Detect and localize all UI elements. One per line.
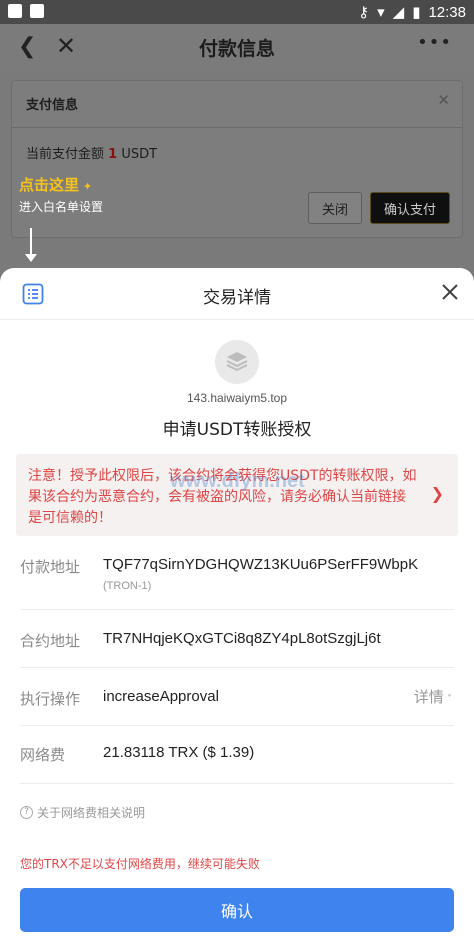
hint-subtitle: 进入白名单设置 <box>19 200 104 214</box>
row-label: 合约地址 <box>20 632 81 650</box>
arrow-head <box>25 254 37 262</box>
network-fee: 21.83118 TRX ($ 1.39) <box>103 744 255 761</box>
close-icon[interactable] <box>438 280 462 304</box>
payment-amount: 当前支付金额 1 USDT <box>26 147 158 162</box>
confirm-payment-button[interactable]: 确认支付 <box>370 192 450 224</box>
operation-row: 执行操作 increaseApproval 详情 ˅ <box>20 668 454 726</box>
page-title: 付款信息 <box>198 38 275 60</box>
fee-help-text: 关于网络费相关说明 <box>37 806 146 820</box>
transaction-sheet: 交易详情 143.haiwaiym5.top 申请USDT转账授权 注意！授予此… <box>0 268 474 943</box>
payer-address: TQF77qSirnYDGHQWZ13KUu6PSerFF9WbpK <box>103 556 419 573</box>
signal-icon: ◢ <box>392 3 405 21</box>
wifi-icon: ▾ <box>377 3 385 21</box>
status-bar: ⚷ ▾ ◢ ▮ 12:38 <box>0 0 474 24</box>
row-label: 付款地址 <box>20 558 81 576</box>
network-fee-row: 网络费 21.83118 TRX ($ 1.39) <box>20 726 454 784</box>
app-notification-icon <box>8 4 22 18</box>
key-icon: ⚷ <box>358 3 370 21</box>
close-button[interactable]: 关闭 <box>308 192 362 224</box>
sheet-title: 交易详情 <box>203 288 271 308</box>
fee-help-link[interactable]: ? 关于网络费相关说明 <box>20 804 145 821</box>
risk-warning[interactable]: 注意！授予此权限后，该合约将会获得您USDT的转账权限，如果该合约为恶意合约，会… <box>16 454 458 536</box>
operation-value: increaseApproval <box>103 688 219 705</box>
divider <box>12 127 462 128</box>
battery-icon: ▮ <box>412 3 421 21</box>
site-url: 143.haiwaiym5.top <box>186 391 288 405</box>
amount-value: 1 <box>108 147 118 162</box>
watermark: www.dfym.net <box>170 470 305 492</box>
contract-address-row: 合约地址 TR7NHqjeKQxGTCi8q8ZY4pL8otSzgjLj6t <box>20 610 454 668</box>
question-icon: ? <box>20 806 33 819</box>
site-logo <box>215 340 259 384</box>
app-title-bar: ❮ ✕ 付款信息 ••• <box>0 24 474 70</box>
chevron-down-icon: ˅ <box>443 694 452 705</box>
detail-link[interactable]: 详情 ˅ <box>414 686 452 707</box>
network-tag: (TRON-1) <box>103 580 152 592</box>
contract-address: TR7NHqjeKQxGTCi8q8ZY4pL8otSzgjLj6t <box>103 630 381 647</box>
payer-address-row: 付款地址 TQF77qSirnYDGHQWZ13KUu6PSerFF9WbpK … <box>20 542 454 610</box>
sheet-header: 交易详情 <box>0 268 474 320</box>
payment-dialog-title: 支付信息 <box>26 98 79 113</box>
chevron-right-icon: ❯ <box>430 484 444 503</box>
confirm-button[interactable]: 确认 <box>20 888 454 932</box>
whitelist-hint[interactable]: 点击这里 ✦ 进入白名单设置 <box>19 174 103 214</box>
authorization-title: 申请USDT转账授权 <box>162 420 312 440</box>
row-label: 执行操作 <box>20 690 81 708</box>
hint-title: 点击这里 ✦ <box>19 176 93 194</box>
sparkle-icon: ✦ <box>79 180 93 193</box>
clock: 12:38 <box>428 3 466 21</box>
app-notification-icon <box>30 4 44 18</box>
row-label: 网络费 <box>20 746 66 764</box>
close-icon[interactable]: ✕ <box>437 91 450 109</box>
fee-warning: 您的TRX不足以支付网络费用，继续可能失败 <box>20 857 260 871</box>
more-icon[interactable]: ••• <box>417 32 452 53</box>
